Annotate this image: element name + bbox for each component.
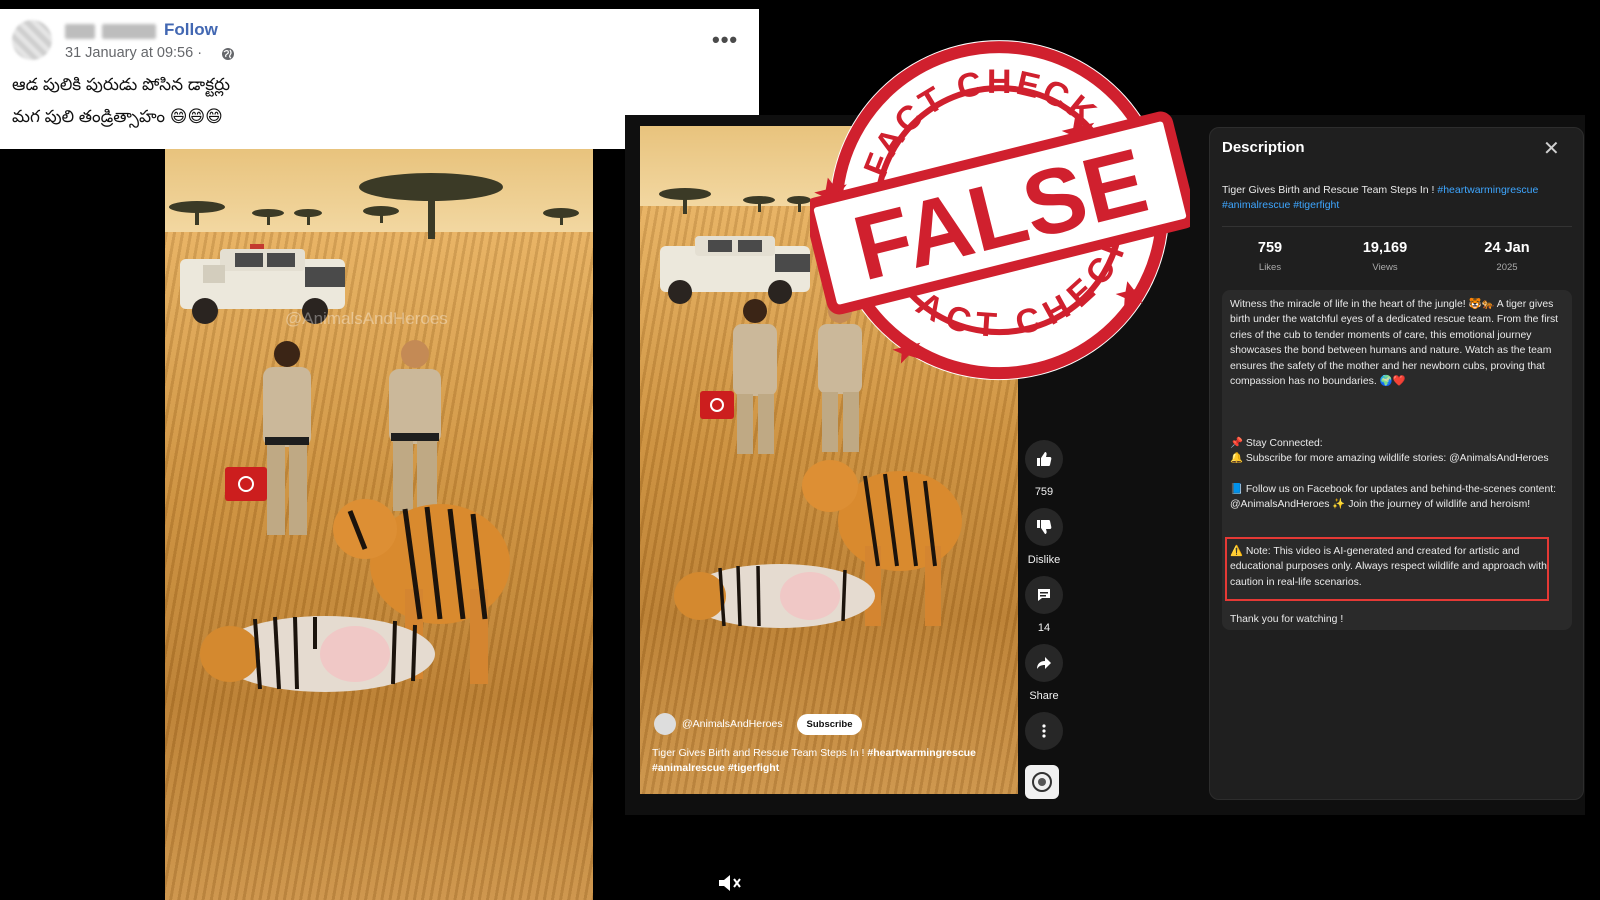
comments-count: 14: [1037, 622, 1051, 634]
stay-connected-heading: 📌 Stay Connected:: [1230, 438, 1323, 449]
video-channel-row: @AnimalsAndHeroes Subscribe: [654, 713, 863, 735]
thumbs-up-icon: [1037, 452, 1052, 466]
stat-label: Views: [1372, 262, 1398, 273]
stat-label: 2025: [1496, 262, 1518, 273]
share-button[interactable]: [1025, 644, 1063, 682]
follow-line: 📘 Follow us on Facebook for updates and …: [1230, 484, 1557, 511]
channel-logo-icon: [1032, 772, 1052, 792]
video-caption: Tiger Gives Birth and Rescue Team Steps …: [652, 746, 1002, 776]
ai-generated-note: ⚠️ Note: This video is AI-generated and …: [1230, 546, 1547, 588]
facebook-video-frame[interactable]: @AnimalsAndHeroes: [165, 149, 593, 900]
blurred-avatar[interactable]: [12, 20, 52, 60]
comment-icon: [1038, 589, 1050, 601]
stat-label: Likes: [1258, 262, 1282, 273]
share-label: Share: [1029, 690, 1059, 702]
video-channel-name[interactable]: @AnimalsAndHeroes: [682, 718, 783, 730]
follow-button[interactable]: Follow: [164, 20, 218, 40]
like-button[interactable]: [1025, 440, 1063, 478]
more-options-icon[interactable]: •••: [712, 27, 738, 53]
more-actions-button[interactable]: [1025, 712, 1063, 750]
divider: [1222, 226, 1572, 227]
description-video-title: Tiger Gives Birth and Rescue Team Steps …: [1222, 183, 1572, 213]
stat-likes: 759 Likes: [1225, 240, 1315, 273]
fact-check-stamp: FACT CHECK FACT CHECK FALSE: [810, 36, 1190, 381]
share-icon: [1037, 657, 1051, 669]
dislike-label: Dislike: [1027, 554, 1061, 566]
hashtag-link[interactable]: #animalrescue #tigerfight: [1222, 199, 1339, 211]
stat-value: 24 Jan: [1484, 240, 1530, 256]
video-title-text: Tiger Gives Birth and Rescue Team Steps …: [1222, 184, 1438, 196]
video-watermark: @AnimalsAndHeroes: [285, 309, 448, 328]
blurred-name-part: [102, 24, 156, 39]
close-icon[interactable]: ✕: [1543, 136, 1560, 161]
subscribe-button[interactable]: Subscribe: [796, 713, 863, 735]
description-title: Description: [1222, 139, 1305, 156]
more-vertical-icon: [1042, 724, 1046, 738]
dislike-button[interactable]: [1025, 508, 1063, 546]
stat-date: 24 Jan 2025: [1462, 240, 1552, 273]
thumbs-down-icon: [1037, 520, 1052, 534]
subscribe-line: 🔔 Subscribe for more amazing wildlife st…: [1230, 453, 1549, 464]
globe-icon: [222, 48, 234, 60]
hashtag-link[interactable]: #heartwarmingrescue: [1437, 184, 1538, 196]
channel-avatar-icon[interactable]: [654, 713, 676, 735]
post-timestamp[interactable]: 31 January at 09:56 ·: [65, 45, 202, 61]
post-text-line: మగ పులి తండ్రిత్సాహం 😄😄😄: [12, 107, 223, 126]
stat-value: 759: [1257, 240, 1283, 256]
post-text-line: ఆడ పులికి పురుడు పోసిన డాక్టర్లు: [12, 75, 231, 94]
blurred-name-part: [65, 24, 95, 39]
savanna-scene-image: [169, 173, 579, 692]
likes-count: 759: [1034, 486, 1054, 498]
thank-you-text: Thank you for watching !: [1230, 614, 1344, 625]
comments-button[interactable]: [1025, 576, 1063, 614]
video-caption-text: Tiger Gives Birth and Rescue Team Steps …: [652, 747, 868, 759]
mute-icon[interactable]: [717, 872, 743, 894]
stat-views: 19,169 Views: [1340, 240, 1430, 273]
stat-value: 19,169: [1362, 240, 1408, 256]
description-paragraph: Witness the miracle of life in the heart…: [1230, 299, 1559, 388]
channel-avatar[interactable]: [1025, 765, 1059, 799]
